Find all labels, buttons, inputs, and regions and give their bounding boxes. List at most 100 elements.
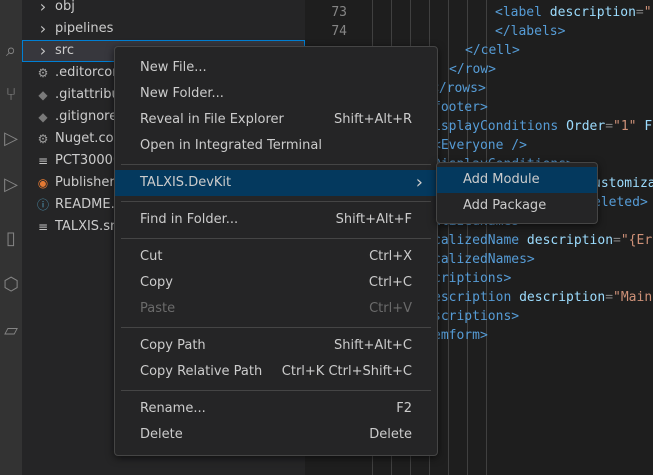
code-token: </rows> — [431, 81, 486, 96]
reveal-in-file-explorer-menu-item[interactable]: Reveal in File Explorer Shift+Alt+R — [115, 107, 437, 133]
rss-icon: ◉ — [37, 176, 49, 190]
code-token: description — [549, 5, 636, 20]
code-token: description — [519, 290, 606, 305]
menu-item-shortcut: Ctrl+K Ctrl+Shift+C — [281, 364, 412, 379]
extensions-icon[interactable]: ▷ — [0, 172, 22, 198]
code-line: </rows> — [431, 79, 486, 98]
explorer-item[interactable]: › pipelines — [22, 18, 305, 40]
delete-menu-item[interactable]: Delete Delete — [115, 422, 437, 448]
code-line: criptions> — [433, 269, 511, 288]
code-token: description — [526, 233, 614, 248]
line-number: 74 — [331, 24, 347, 39]
explorer-item-label: obj — [55, 0, 75, 14]
testing-icon[interactable]: ⬡ — [0, 272, 22, 298]
menu-item-shortcut: Ctrl+V — [369, 301, 412, 316]
code-line: </labels> — [495, 22, 565, 41]
search-icon[interactable]: ⌕ — [0, 38, 22, 64]
code-token: Fa — [644, 119, 653, 134]
menu-separator — [121, 164, 431, 165]
code-token: calizedName — [433, 233, 527, 248]
menu-item-label: Find in Folder... — [140, 212, 239, 227]
code-token: criptions> — [433, 271, 512, 286]
code-line: </row> — [449, 60, 496, 79]
code-line: isplayConditions Order="1" Fa — [433, 117, 653, 136]
new-file-menu-item[interactable]: New File... — [115, 55, 437, 81]
menu-separator — [121, 201, 431, 202]
open-in-integrated-terminal-menu-item[interactable]: Open in Integrated Terminal — [115, 133, 437, 159]
code-token: <label — [495, 5, 550, 20]
code-token: = — [605, 119, 614, 134]
code-token: footer> — [433, 100, 488, 115]
cut-menu-item[interactable]: Cut Ctrl+X — [115, 244, 437, 270]
new-folder-menu-item[interactable]: New Folder... — [115, 81, 437, 107]
menu-item-shortcut: Ctrl+C — [368, 275, 412, 290]
menu-item-shortcut: Ctrl+X — [369, 249, 412, 264]
code-token: " — [643, 5, 652, 20]
chevron-right-icon: › — [39, 19, 47, 38]
lines-icon: ≡ — [37, 220, 49, 234]
menu-item-label: New Folder... — [140, 86, 224, 101]
menu-item-label: Cut — [140, 249, 163, 264]
add-package-menu-item[interactable]: Add Package — [437, 193, 597, 219]
code-token: </row> — [449, 62, 496, 77]
talxis-devkit-submenu: Add Module Add Package — [436, 162, 598, 224]
chevron-right-icon: › — [39, 0, 47, 16]
menu-item-shortcut: Shift+Alt+C — [333, 338, 412, 353]
source-control-icon[interactable]: ⑂ — [0, 82, 22, 108]
menu-item-label: Reveal in File Explorer — [140, 112, 284, 127]
menu-separator — [121, 327, 431, 328]
code-token: "1" — [613, 119, 637, 134]
code-token: ustomizable — [593, 176, 653, 191]
menu-item-label: Delete — [140, 427, 183, 442]
rename-menu-item[interactable]: Rename... F2 — [115, 396, 437, 422]
talxis-devkit-menu-item[interactable]: TALXIS.DevKit › — [115, 170, 437, 196]
code-token: </cell> — [465, 43, 520, 58]
line-number: 73 — [331, 5, 347, 20]
code-line: <label description=" — [495, 3, 652, 22]
code-token: <Everyone /> — [433, 138, 527, 153]
code-line: calizedName description="{Er — [433, 231, 652, 250]
docker-icon[interactable]: ▱ — [0, 318, 22, 344]
code-token: = — [613, 233, 621, 248]
menu-item-label: Copy Path — [140, 338, 206, 353]
code-token: calizedNames> — [433, 252, 535, 267]
copy-path-menu-item[interactable]: Copy Path Shift+Alt+C — [115, 333, 437, 359]
activity-bar: ⌕ ⑂ ▷ ▷ ▯ ⬡ ▱ — [0, 0, 22, 475]
info-icon: ⓘ — [36, 198, 49, 212]
code-token: Order — [566, 119, 606, 134]
find-in-folder-menu-item[interactable]: Find in Folder... Shift+Alt+F — [115, 207, 437, 233]
context-menu: New File... New Folder... Reveal in File E… — [114, 46, 438, 456]
menu-item-label: TALXIS.DevKit — [140, 175, 232, 190]
code-token: "{Er — [620, 233, 653, 248]
code-line: scriptions> — [433, 307, 519, 326]
menu-item-shortcut: Shift+Alt+F — [335, 212, 412, 227]
menu-item-shortcut: Delete — [369, 427, 412, 442]
copy-menu-item[interactable]: Copy Ctrl+C — [115, 270, 437, 296]
git-icon: ◆ — [38, 88, 48, 102]
menu-item-shortcut: Shift+Alt+R — [334, 112, 412, 127]
explorer-item-label: src — [55, 43, 74, 58]
lines-icon: ≡ — [37, 154, 49, 168]
code-token: "Main — [613, 290, 653, 305]
menu-separator — [121, 238, 431, 239]
code-line: ustomizable — [593, 174, 653, 193]
code-line: escription description="Main — [433, 288, 652, 307]
copy-relative-path-menu-item[interactable]: Copy Relative Path Ctrl+K Ctrl+Shift+C — [115, 359, 437, 385]
chevron-right-icon: › — [415, 172, 423, 193]
explorer-item[interactable]: › obj — [22, 0, 305, 18]
code-line: </cell> — [465, 41, 520, 60]
code-token: emform> — [433, 328, 488, 343]
menu-item-label: Copy — [140, 275, 173, 290]
remote-explorer-icon[interactable]: ▯ — [0, 226, 22, 252]
menu-item-label: Open in Integrated Terminal — [140, 138, 322, 153]
run-debug-icon[interactable]: ▷ — [0, 126, 22, 152]
code-token: = — [605, 290, 614, 305]
add-module-menu-item[interactable]: Add Module — [437, 167, 597, 193]
menu-item-label: Add Module — [463, 172, 540, 187]
menu-separator — [121, 390, 431, 391]
code-token: isplayConditions — [433, 119, 567, 134]
menu-item-label: Paste — [140, 301, 176, 316]
code-line: eleted> — [593, 193, 648, 212]
menu-item-label: New File... — [140, 60, 207, 75]
paste-menu-item: Paste Ctrl+V — [115, 296, 437, 322]
